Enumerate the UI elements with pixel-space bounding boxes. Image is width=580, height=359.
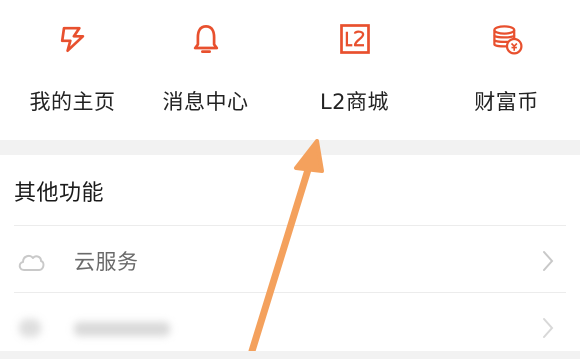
message-center-label: 消息中心 [162, 90, 249, 114]
cloud-service-label: 云服务 [74, 250, 139, 274]
my-homepage-label: 我的主页 [29, 90, 116, 114]
bell-icon [193, 25, 218, 53]
l2-store-button[interactable]: L2商城 [282, 16, 427, 116]
chevron-right-icon [543, 251, 554, 271]
l2-store-icon [339, 24, 370, 54]
quick-actions-bar: 我的主页 消息中心 L2商城 财富币 [0, 0, 580, 140]
blurred-icon [19, 319, 41, 337]
section-title: 其他功能 [14, 181, 105, 206]
message-center-button[interactable]: 消息中心 [133, 16, 278, 116]
other-functions-section: 其他功能 云服务 [0, 155, 580, 351]
divider [14, 292, 566, 293]
blurred-row[interactable] [0, 299, 580, 359]
divider [14, 225, 566, 226]
wealth-coin-label: 财富币 [474, 90, 539, 114]
lightning-icon [60, 26, 84, 53]
cloud-service-row[interactable]: 云服务 [0, 232, 580, 292]
chevron-right-icon [543, 318, 554, 338]
cloud-icon [18, 254, 45, 271]
l2-store-label: L2商城 [319, 90, 390, 114]
blurred-label [74, 322, 170, 336]
coins-icon [492, 25, 523, 55]
my-homepage-button[interactable]: 我的主页 [0, 16, 145, 116]
wealth-coin-button[interactable]: 财富币 [434, 16, 579, 116]
